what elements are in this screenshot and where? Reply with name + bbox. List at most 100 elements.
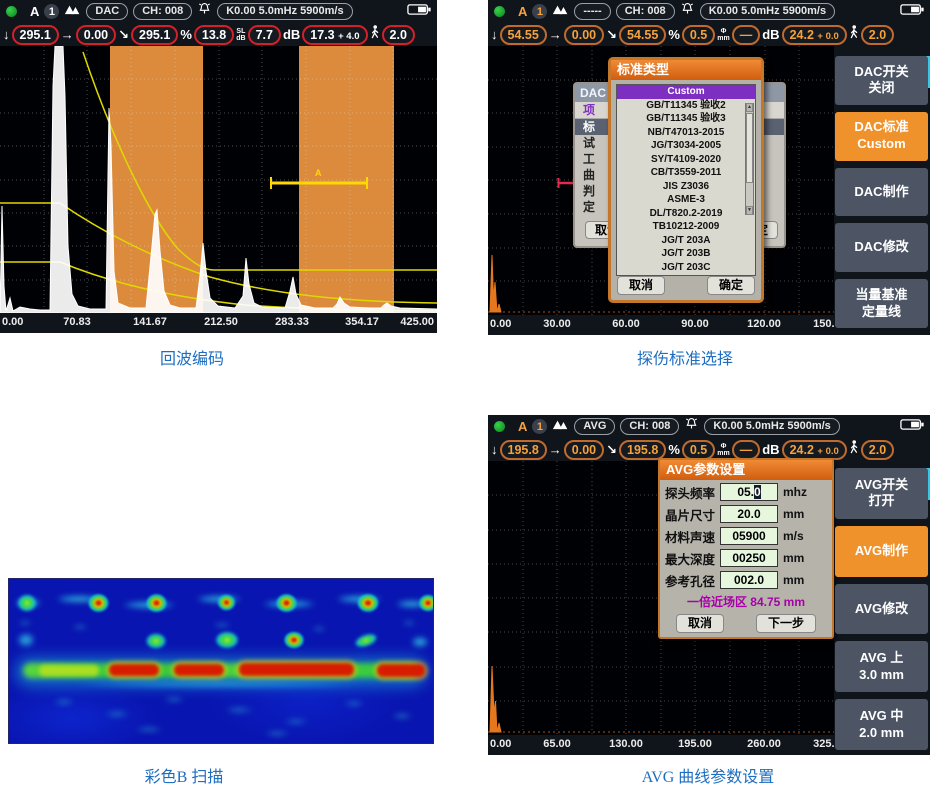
path-value: 195.8: [619, 440, 666, 460]
sidebar-button-dac-modify[interactable]: DAC修改: [835, 223, 928, 272]
bscan-blob: [354, 591, 382, 615]
bscan-blob: [159, 695, 189, 704]
cancel-button[interactable]: 取消: [617, 276, 665, 295]
scrollbar-thumb[interactable]: [746, 113, 753, 183]
probe-angle-icon: [64, 3, 81, 21]
gain-value: 17.3 + 4.0: [302, 25, 367, 45]
scroll-down-icon[interactable]: ▼: [746, 206, 753, 215]
bscan-blob: [85, 591, 112, 615]
depth-arrow-icon: ↓: [3, 28, 10, 41]
horizontal-value: 0.00: [564, 25, 604, 45]
sidebar-button-avg-modify[interactable]: AVG修改: [835, 584, 928, 635]
sidebar-button-reference-line[interactable]: 当量基准定量线: [835, 279, 928, 328]
sidebar-button-avg-upper[interactable]: AVG 上3.0 mm: [835, 641, 928, 692]
depth-value: 295.1: [12, 25, 59, 45]
walk-speed-value: 2.0: [382, 25, 415, 45]
bscan-band: [377, 664, 425, 677]
material-velocity-input[interactable]: 05900: [720, 527, 778, 545]
horizontal-arrow-icon: →: [549, 443, 562, 456]
depth-arrow-icon: ↓: [491, 443, 498, 456]
standard-option[interactable]: CB/T3559-2011: [617, 166, 755, 180]
field-unit: m/s: [783, 529, 804, 543]
field-label: 探头频率: [665, 483, 715, 502]
transducer-icon: [197, 2, 212, 21]
max-depth-input[interactable]: 00250: [720, 549, 778, 567]
standard-option[interactable]: GB/T11345 验收3: [617, 112, 755, 126]
standard-option[interactable]: ASME-3: [617, 193, 755, 207]
bscan-image: [8, 578, 434, 744]
scrollbar[interactable]: ▲ ▼: [745, 103, 754, 215]
depth-axis: 0.00 70.83 141.67 212.50 283.33 354.17 4…: [0, 313, 437, 333]
horizontal-arrow-icon: →: [61, 28, 74, 41]
bscan-blob: [143, 631, 169, 651]
axis-tick: 90.00: [681, 318, 709, 330]
standard-option[interactable]: NB/T47013-2015: [617, 126, 755, 140]
sl-value: 7.7: [248, 25, 281, 45]
channel-badge: CH: 008: [620, 418, 679, 435]
depth-value: 54.55: [500, 25, 547, 45]
sidebar-button-dac-switch[interactable]: DAC开关关闭: [835, 56, 928, 105]
bscan-blob: [69, 623, 91, 631]
echo-spike: [490, 666, 501, 732]
path-arrow-icon: ↘: [118, 28, 129, 41]
probe-angle-icon: [552, 418, 569, 436]
probe-frequency-input[interactable]: 05.0: [720, 483, 778, 501]
amplitude-value: 0.5: [682, 440, 715, 460]
next-step-button[interactable]: 下一步: [756, 614, 816, 633]
walker-icon: [849, 25, 859, 44]
phi-mm-unit-label: Φmm: [717, 28, 729, 42]
standard-option[interactable]: JG/T 203A: [617, 234, 755, 248]
bscan-band: [239, 663, 354, 676]
percent-icon: %: [668, 28, 680, 41]
field-unit: mm: [783, 573, 804, 587]
sidebar-button-dac-make[interactable]: DAC制作: [835, 168, 928, 217]
depth-value: 195.8: [500, 440, 547, 460]
field-label: 最大深度: [665, 549, 715, 568]
probe-params-badge: K0.00 5.0mHz 5900m/s: [704, 418, 839, 435]
sidebar-button-avg-make[interactable]: AVG制作: [835, 526, 928, 577]
channel-badge: CH: 008: [133, 3, 192, 20]
cancel-button[interactable]: 取消: [676, 614, 724, 633]
crystal-size-input[interactable]: 20.0: [720, 505, 778, 523]
field-unit: mm: [783, 507, 804, 521]
reference-hole-input[interactable]: 002.0: [720, 571, 778, 589]
diameter-value: —: [732, 440, 761, 460]
status-bar: A 1 ----- CH: 008 K0.00 5.0mHz 5900m/s: [488, 0, 930, 23]
axis-tick: 0.00: [2, 316, 23, 328]
avg-parameters-dialog: AVG参数设置 探头频率 05.0 mhz 晶片尺寸 20.0 mm 材料声速 …: [658, 458, 834, 639]
standard-option[interactable]: GB/T11345 验收2: [617, 99, 755, 113]
screenshot-echo-coding: A 1 DAC CH: 008 K0.00 5.0mHz 5900m/s ↓ 2…: [0, 0, 437, 333]
amplitude-value: 0.5: [682, 25, 715, 45]
standard-option[interactable]: JG/T 203C: [617, 261, 755, 275]
function-key-sidebar: AVG开关打开 AVG制作 AVG修改 AVG 上3.0 mm AVG 中2.0…: [835, 468, 928, 750]
measurement-bar: ↓ 295.1 → 0.00 ↘ 295.1 % 13.8 SLdB 7.7 d…: [0, 23, 437, 46]
field-label: 晶片尺寸: [665, 505, 715, 524]
standard-option[interactable]: JG/T3034-2005: [617, 139, 755, 153]
standard-option[interactable]: TB10212-2009: [617, 220, 755, 234]
scan-mode-label: A: [518, 4, 527, 19]
standard-option-selected[interactable]: Custom: [617, 85, 755, 99]
sidebar-button-avg-middle[interactable]: AVG 中2.0 mm: [835, 699, 928, 750]
standard-option[interactable]: DL/T820.2-2019: [617, 207, 755, 221]
sidebar-button-dac-standard[interactable]: DAC标准Custom: [835, 112, 928, 161]
standard-option[interactable]: JG/T 203B: [617, 247, 755, 261]
battery-icon: [900, 3, 924, 21]
ok-button[interactable]: 确定: [707, 276, 755, 295]
axis-tick: 283.33: [275, 316, 309, 328]
battery-icon: [407, 3, 431, 21]
axis-tick: 120.00: [747, 318, 781, 330]
channel-badge: CH: 008: [616, 3, 675, 20]
field-row: 探头频率 05.0 mhz: [665, 482, 827, 502]
bscan-blob: [309, 625, 329, 633]
field-unit: mhz: [783, 485, 807, 499]
standard-option[interactable]: SY/T4109-2020: [617, 153, 755, 167]
sidebar-button-avg-switch[interactable]: AVG开关打开: [835, 468, 928, 519]
bscan-band: [174, 664, 224, 676]
scroll-up-icon[interactable]: ▲: [746, 103, 753, 112]
depth-axis: 0.00 30.00 60.00 90.00 120.00 150.00: [488, 315, 834, 335]
axis-tick: 425.00: [400, 316, 434, 328]
standard-option[interactable]: JIS Z3036: [617, 180, 755, 194]
probe-params-badge: K0.00 5.0mHz 5900m/s: [217, 3, 352, 20]
standard-list: Custom GB/T11345 验收2 GB/T11345 验收3 NB/T4…: [616, 84, 756, 276]
axis-tick: 70.83: [63, 316, 91, 328]
